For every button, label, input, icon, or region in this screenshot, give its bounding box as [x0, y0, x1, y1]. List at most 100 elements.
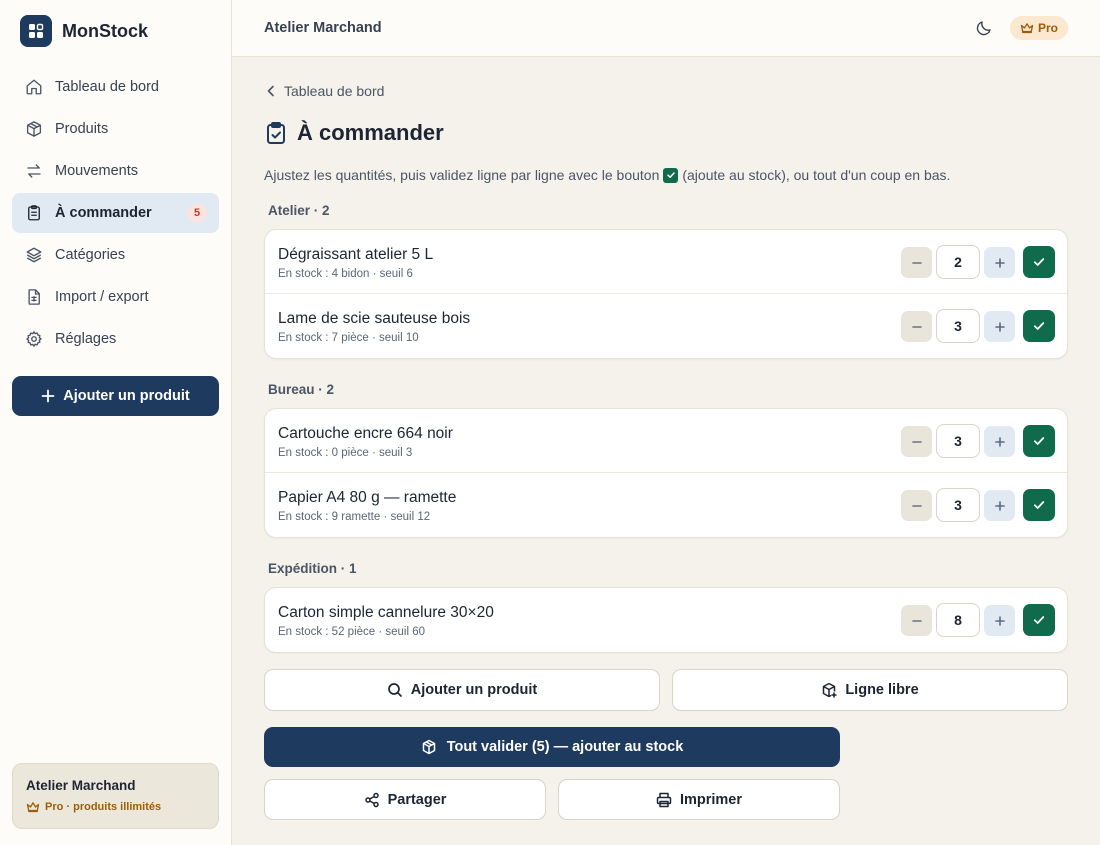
sidebar-nav: Tableau de bord Produits Mouvements À co…: [12, 67, 219, 361]
increase-button[interactable]: [984, 247, 1015, 278]
sidebar-item-label: À commander: [55, 205, 152, 221]
check-icon: [1033, 501, 1045, 509]
quantity-input[interactable]: [936, 245, 980, 279]
item-name: Carton simple cannelure 30×20: [278, 604, 494, 621]
validate-line-button[interactable]: [1023, 246, 1055, 278]
sidebar-item-label: Mouvements: [55, 163, 139, 179]
app-logo-icon: [20, 15, 52, 47]
check-icon: [1033, 258, 1045, 266]
share-label: Partager: [387, 791, 447, 808]
layers-icon: [26, 247, 42, 263]
moon-icon[interactable]: [975, 19, 993, 37]
plus-icon: [41, 389, 55, 403]
brand[interactable]: MonStock: [20, 15, 148, 47]
item-name: Lame de scie sauteuse bois: [278, 310, 471, 327]
item-stock-info: En stock : 9 ramette · seuil 12: [278, 511, 431, 523]
search-add-product-label: Ajouter un produit: [410, 682, 538, 698]
list-item: Papier A4 80 g — ramette En stock : 9 ra…: [265, 473, 1067, 537]
free-line-button[interactable]: Ligne libre: [672, 669, 1068, 711]
sidebar-item-label: Tableau de bord: [55, 79, 159, 95]
clipboard-check-icon: [267, 122, 285, 144]
box-icon: [422, 739, 435, 755]
sidebar-item-settings[interactable]: Réglages: [12, 319, 219, 359]
quantity-input[interactable]: [936, 424, 980, 458]
check-icon: [1033, 616, 1045, 624]
crown-icon: [26, 802, 40, 813]
list-item: Carton simple cannelure 30×20 En stock :…: [265, 588, 1067, 652]
decrease-button[interactable]: [901, 247, 932, 278]
print-button[interactable]: Imprimer: [558, 779, 840, 820]
page-title-text: À commander: [297, 120, 444, 145]
minus-icon: [911, 504, 922, 507]
plus-icon: [994, 321, 1005, 332]
sidebar-item-dashboard[interactable]: Tableau de bord: [12, 67, 219, 107]
decrease-button[interactable]: [901, 311, 932, 342]
printer-icon: [656, 792, 672, 807]
decrease-button[interactable]: [901, 490, 932, 521]
plus-icon: [994, 615, 1005, 626]
increase-button[interactable]: [984, 426, 1015, 457]
quantity-input[interactable]: [936, 309, 980, 343]
group-card: Cartouche encre 664 noir En stock : 0 pi…: [264, 408, 1068, 538]
quantity-input[interactable]: [936, 603, 980, 637]
count-badge: 5: [187, 204, 207, 222]
instructions: Ajustez les quantités, puis validez lign…: [264, 167, 950, 183]
increase-button[interactable]: [984, 311, 1015, 342]
sidebar-item-label: Import / export: [55, 289, 149, 305]
minus-icon: [911, 440, 922, 443]
decrease-button[interactable]: [901, 605, 932, 636]
item-stock-info: En stock : 0 pièce · seuil 3: [278, 447, 413, 459]
item-stock-info: En stock : 7 pièce · seuil 10: [278, 332, 419, 344]
add-product-label: Ajouter un produit: [63, 388, 190, 404]
pro-badge-label: Pro: [1037, 21, 1058, 35]
clipboard-icon: [28, 205, 40, 221]
item-name: Dégraissant atelier 5 L: [278, 246, 434, 263]
sidebar-item-products[interactable]: Produits: [12, 109, 219, 149]
box-icon: [26, 121, 42, 137]
page-title: À commander: [265, 120, 444, 146]
group-label: Expédition · 1: [268, 561, 357, 576]
group-card: Dégraissant atelier 5 L En stock : 4 bid…: [264, 229, 1068, 359]
box-plus-icon: [823, 682, 838, 698]
group-label: Atelier · 2: [268, 203, 330, 218]
sidebar-item-label: Réglages: [55, 331, 117, 347]
share-button[interactable]: Partager: [264, 779, 546, 820]
free-line-label: Ligne libre: [845, 682, 919, 698]
chevron-left-icon: [267, 85, 274, 97]
validate-line-button[interactable]: [1023, 604, 1055, 636]
validate-all-label: Tout valider (5) — ajouter au stock: [446, 739, 684, 755]
validate-line-button[interactable]: [1023, 425, 1055, 457]
validate-line-button[interactable]: [1023, 489, 1055, 521]
sidebar: MonStock Tableau de bord Produits Mouvem…: [0, 0, 232, 845]
check-icon: [663, 167, 679, 183]
decrease-button[interactable]: [901, 426, 932, 457]
plus-icon: [994, 436, 1005, 447]
breadcrumb[interactable]: Tableau de bord: [266, 83, 384, 99]
item-name: Cartouche encre 664 noir: [278, 425, 453, 442]
breadcrumb-label: Tableau de bord: [284, 83, 385, 99]
check-icon: [1033, 437, 1045, 445]
sidebar-item-import-export[interactable]: Import / export: [12, 277, 219, 317]
quantity-input[interactable]: [936, 488, 980, 522]
sidebar-item-label: Catégories: [55, 247, 126, 263]
list-item: Dégraissant atelier 5 L En stock : 4 bid…: [265, 230, 1067, 294]
sidebar-item-categories[interactable]: Catégories: [12, 235, 219, 275]
pro-badge[interactable]: Pro: [1010, 16, 1068, 40]
list-item: Lame de scie sauteuse bois En stock : 7 …: [265, 294, 1067, 358]
group-label: Bureau · 2: [268, 382, 335, 397]
minus-icon: [911, 325, 922, 328]
increase-button[interactable]: [984, 490, 1015, 521]
search-add-product-button[interactable]: Ajouter un produit: [264, 669, 660, 711]
top-bar: Atelier Marchand Pro: [232, 0, 1100, 57]
increase-button[interactable]: [984, 605, 1015, 636]
sidebar-item-movements[interactable]: Mouvements: [12, 151, 219, 191]
sidebar-item-to-order[interactable]: À commander 5: [12, 193, 219, 233]
validate-line-button[interactable]: [1023, 310, 1055, 342]
account-name: Atelier Marchand: [26, 778, 136, 793]
crown-icon: [1020, 23, 1034, 34]
account-card[interactable]: Atelier Marchand Pro · produits illimité…: [12, 763, 219, 829]
add-product-button[interactable]: Ajouter un produit: [12, 376, 219, 416]
validate-all-button[interactable]: Tout valider (5) — ajouter au stock: [264, 727, 840, 767]
group-card: Carton simple cannelure 30×20 En stock :…: [264, 587, 1068, 653]
spreadsheet-icon: [28, 289, 40, 305]
